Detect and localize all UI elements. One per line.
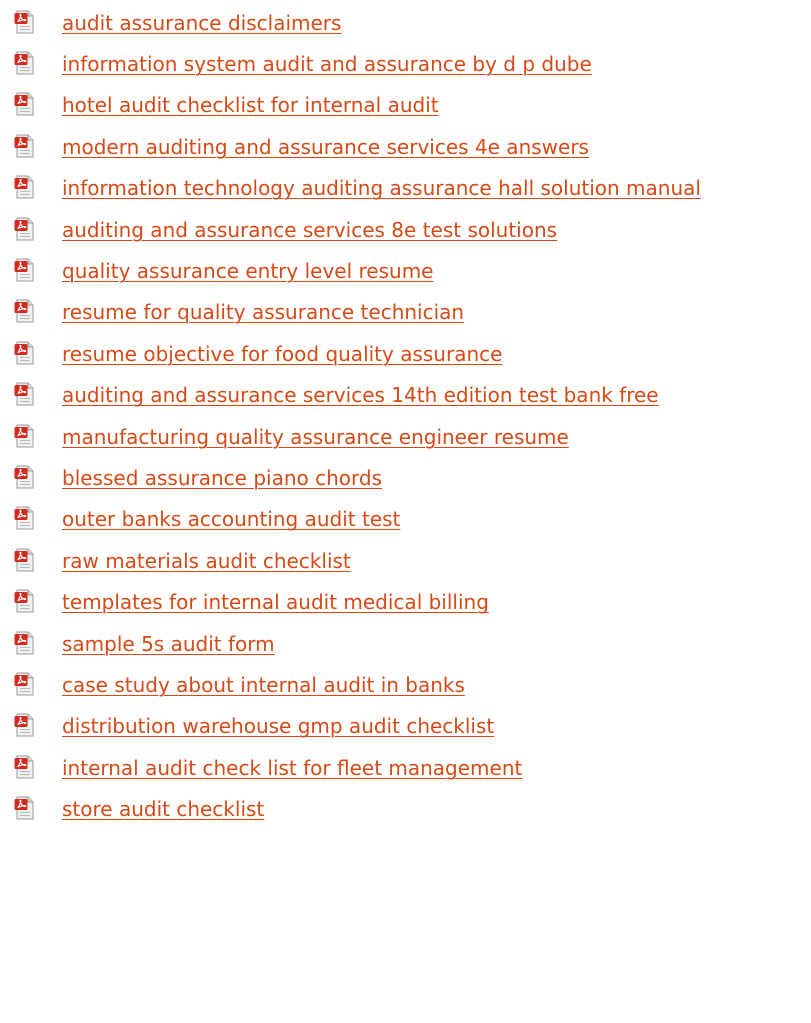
pdf-link-list: audit assurance disclaimers information … [0, 2, 811, 830]
pdf-file-icon [14, 51, 34, 75]
pdf-file-icon [14, 548, 34, 572]
pdf-file-icon [14, 258, 34, 282]
pdf-link[interactable]: audit assurance disclaimers [62, 11, 341, 35]
pdf-link[interactable]: auditing and assurance services 14th edi… [62, 383, 659, 407]
list-item: raw materials audit checklist [0, 540, 811, 581]
pdf-link[interactable]: store audit checklist [62, 797, 264, 821]
pdf-file-icon [14, 134, 34, 158]
pdf-link[interactable]: templates for internal audit medical bil… [62, 590, 489, 614]
pdf-link[interactable]: outer banks accounting audit test [62, 507, 400, 531]
pdf-file-icon [14, 465, 34, 489]
pdf-file-icon [14, 382, 34, 406]
pdf-link[interactable]: sample 5s audit form [62, 632, 275, 656]
pdf-file-icon [14, 217, 34, 241]
pdf-file-icon [14, 175, 34, 199]
list-item: auditing and assurance services 14th edi… [0, 375, 811, 416]
list-item: audit assurance disclaimers [0, 2, 811, 43]
list-item: information technology auditing assuranc… [0, 168, 811, 209]
pdf-file-icon [14, 506, 34, 530]
pdf-link[interactable]: hotel audit checklist for internal audit [62, 93, 439, 117]
pdf-link[interactable]: modern auditing and assurance services 4… [62, 135, 589, 159]
pdf-link[interactable]: blessed assurance piano chords [62, 466, 382, 490]
list-item: outer banks accounting audit test [0, 499, 811, 540]
pdf-file-icon [14, 796, 34, 820]
pdf-file-icon [14, 589, 34, 613]
pdf-link[interactable]: information technology auditing assuranc… [62, 176, 701, 200]
list-item: blessed assurance piano chords [0, 457, 811, 498]
pdf-file-icon [14, 341, 34, 365]
list-item: distribution warehouse gmp audit checkli… [0, 706, 811, 747]
list-item: resume objective for food quality assura… [0, 333, 811, 374]
pdf-link[interactable]: manufacturing quality assurance engineer… [62, 425, 569, 449]
list-item: sample 5s audit form [0, 623, 811, 664]
pdf-link[interactable]: distribution warehouse gmp audit checkli… [62, 714, 494, 738]
list-item: case study about internal audit in banks [0, 664, 811, 705]
pdf-file-icon [14, 672, 34, 696]
pdf-link[interactable]: resume objective for food quality assura… [62, 342, 502, 366]
pdf-file-icon [14, 755, 34, 779]
pdf-file-icon [14, 713, 34, 737]
list-item: quality assurance entry level resume [0, 250, 811, 291]
pdf-file-icon [14, 631, 34, 655]
list-item: modern auditing and assurance services 4… [0, 126, 811, 167]
list-item: store audit checklist [0, 788, 811, 829]
pdf-link[interactable]: raw materials audit checklist [62, 549, 351, 573]
pdf-file-icon [14, 299, 34, 323]
list-item: resume for quality assurance technician [0, 292, 811, 333]
pdf-link[interactable]: quality assurance entry level resume [62, 259, 433, 283]
list-item: hotel audit checklist for internal audit [0, 85, 811, 126]
pdf-file-icon [14, 93, 34, 117]
list-item: auditing and assurance services 8e test … [0, 209, 811, 250]
list-item: templates for internal audit medical bil… [0, 581, 811, 622]
pdf-link[interactable]: auditing and assurance services 8e test … [62, 218, 557, 242]
list-item: internal audit check list for fleet mana… [0, 747, 811, 788]
pdf-file-icon [14, 10, 34, 34]
pdf-link[interactable]: case study about internal audit in banks [62, 673, 465, 697]
list-item: manufacturing quality assurance engineer… [0, 416, 811, 457]
pdf-link[interactable]: internal audit check list for fleet mana… [62, 756, 522, 780]
pdf-link[interactable]: resume for quality assurance technician [62, 300, 464, 324]
pdf-link[interactable]: information system audit and assurance b… [62, 52, 592, 76]
list-item: information system audit and assurance b… [0, 43, 811, 84]
pdf-file-icon [14, 424, 34, 448]
